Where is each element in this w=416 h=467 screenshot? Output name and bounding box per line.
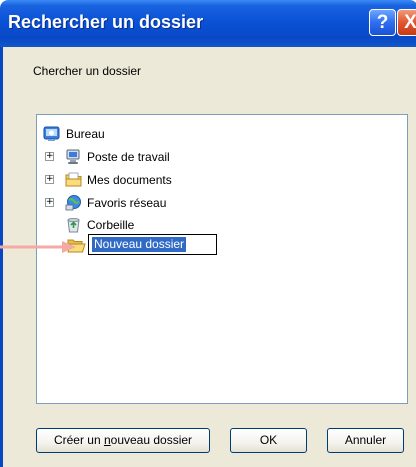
tree-item-bureau[interactable]: Bureau — [43, 125, 243, 143]
tree-item-favoris-reseau[interactable]: + Favoris réseau — [45, 194, 245, 212]
dialog-description: Chercher un dossier — [33, 64, 142, 78]
cancel-label: Annuler — [344, 433, 387, 447]
expand-icon[interactable]: + — [45, 175, 54, 184]
window-title: Rechercher un dossier — [8, 12, 204, 32]
tree-item-corbeille[interactable]: Corbeille — [65, 216, 265, 234]
button-text-start: Créer un — [53, 433, 104, 447]
help-icon: ? — [376, 12, 389, 33]
tree-item-label: Poste de travail — [87, 150, 170, 164]
recycle-bin-icon — [67, 218, 80, 233]
ok-label: OK — [259, 433, 278, 447]
cancel-button[interactable]: Annuler — [327, 428, 404, 453]
title-bar[interactable]: Rechercher un dossier ? X — [0, 0, 416, 47]
tree-item-mes-documents[interactable]: + Mes documents — [45, 171, 245, 189]
tree-item-label: Favoris réseau — [87, 196, 167, 210]
tree-item-label: Bureau — [66, 127, 105, 141]
expand-icon[interactable]: + — [45, 152, 54, 161]
help-button[interactable]: ? — [369, 9, 396, 36]
computer-icon — [66, 149, 80, 164]
browse-folder-dialog: Rechercher un dossier ? X Chercher un do… — [0, 0, 416, 467]
ok-button[interactable]: OK — [230, 428, 307, 453]
button-text-end: ouveau dossier — [110, 433, 193, 447]
tree-item-poste-de-travail[interactable]: + Poste de travail — [45, 148, 245, 166]
close-icon: X — [404, 12, 416, 33]
new-folder-name-input[interactable]: Nouveau dossier — [88, 234, 217, 255]
documents-folder-icon — [65, 172, 82, 187]
network-places-icon — [65, 195, 81, 211]
desktop-icon — [43, 126, 60, 141]
tree-item-label: Corbeille — [87, 218, 135, 232]
expand-icon[interactable]: + — [45, 198, 54, 207]
screen: Rechercher un dossier ? X Chercher un do… — [0, 0, 416, 467]
mnemonic-letter: n — [103, 433, 111, 447]
annotation-arrow-icon — [0, 241, 76, 253]
close-button[interactable]: X — [397, 9, 416, 36]
selected-folder-name: Nouveau dossier — [92, 237, 187, 252]
create-new-folder-button[interactable]: Créer un nouveau dossier — [36, 428, 210, 453]
folder-tree[interactable]: Bureau + Poste de travail + Mes document… — [36, 114, 408, 404]
tree-item-label: Mes documents — [87, 173, 172, 187]
